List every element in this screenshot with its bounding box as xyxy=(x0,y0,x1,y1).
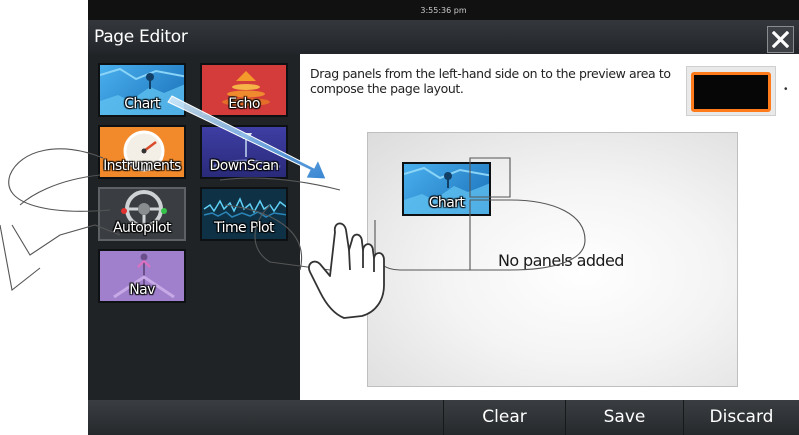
panel-tile-label: Autopilot xyxy=(113,220,171,236)
dragging-panel-label: Chart xyxy=(428,195,465,211)
panel-tile-time-plot[interactable]: Time Plot xyxy=(200,187,288,241)
chevron-down-icon[interactable]: • xyxy=(784,84,788,95)
panel-palette: Chart Echo Instruments DownScan Autopilo… xyxy=(88,54,300,400)
layout-selector[interactable] xyxy=(686,66,776,116)
panel-tile-nav[interactable]: Nav xyxy=(98,249,186,303)
panel-tile-chart[interactable]: Chart xyxy=(98,63,186,117)
status-time: 3:55:36 pm xyxy=(420,6,467,15)
panel-tile-label: Instruments xyxy=(103,158,181,174)
panel-tile-label: Nav xyxy=(129,282,155,298)
save-button[interactable]: Save xyxy=(566,400,683,435)
instructions-text: Drag panels from the left-hand side on t… xyxy=(310,66,671,96)
panel-tile-label: Time Plot xyxy=(214,220,274,236)
bottom-toolbar: Clear Save Discard xyxy=(88,400,799,435)
discard-button[interactable]: Discard xyxy=(684,400,799,435)
panel-tile-autopilot[interactable]: Autopilot xyxy=(98,187,186,241)
title-bar: Page Editor xyxy=(88,20,799,54)
preview-empty-message: No panels added xyxy=(498,251,624,270)
panel-tile-downscan[interactable]: DownScan xyxy=(200,125,288,179)
dragging-panel-chart[interactable]: Chart xyxy=(402,162,491,216)
layout-preview-thumbnail xyxy=(691,72,771,112)
page-title: Page Editor xyxy=(94,27,188,47)
panel-tile-echo[interactable]: Echo xyxy=(200,63,288,117)
panel-tile-label: DownScan xyxy=(209,158,280,174)
status-bar: 3:55:36 pm xyxy=(88,0,799,20)
panel-tile-label: Chart xyxy=(124,96,160,112)
panel-tile-instruments[interactable]: Instruments xyxy=(98,125,186,179)
clear-button[interactable]: Clear xyxy=(444,400,565,435)
page-editor-screen: 3:55:36 pm Page Editor Chart Echo Instru… xyxy=(88,0,799,435)
close-icon xyxy=(772,31,789,48)
panel-tile-label: Echo xyxy=(228,96,260,112)
layout-editor: Drag panels from the left-hand side on t… xyxy=(300,54,799,400)
close-button[interactable] xyxy=(767,26,794,53)
